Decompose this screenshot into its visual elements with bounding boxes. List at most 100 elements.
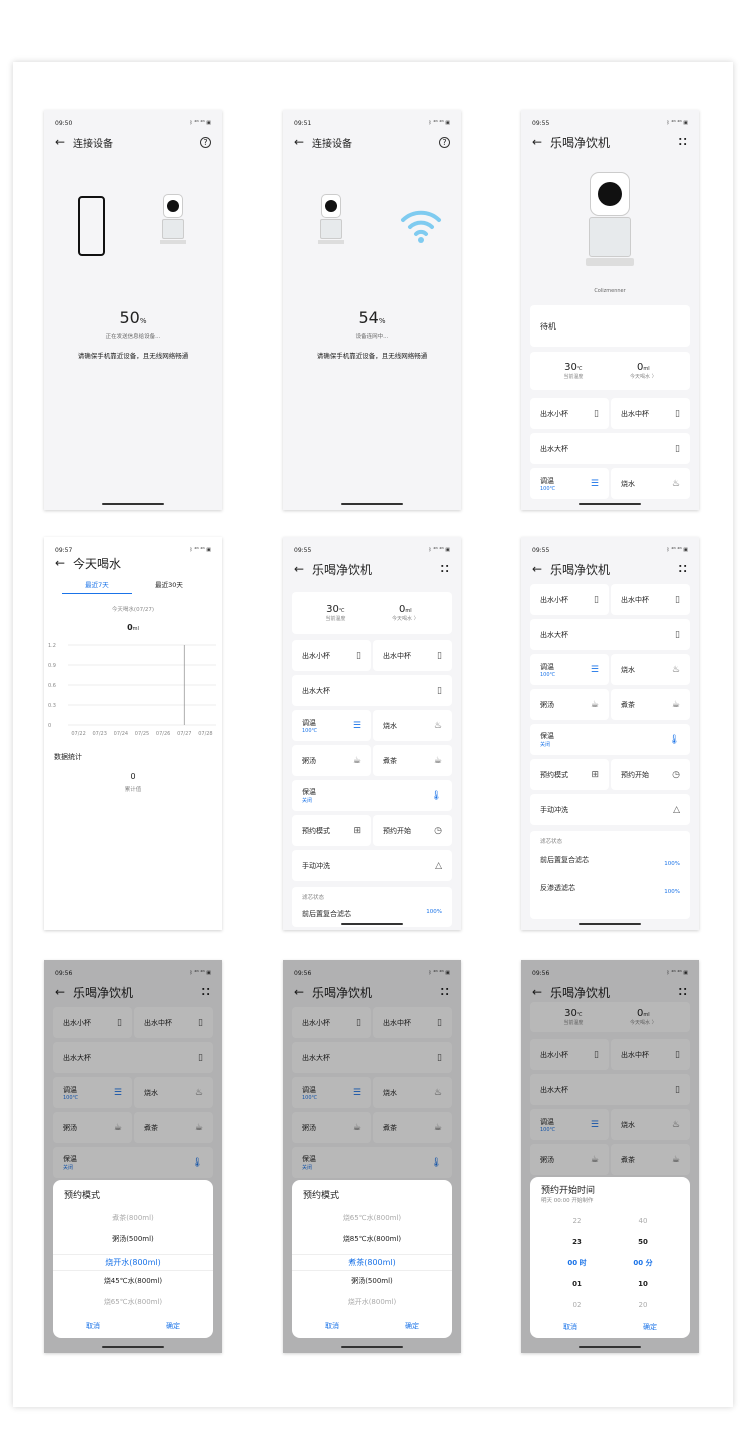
keep-warm-button[interactable]: 保温 关闭 🌡 xyxy=(292,780,452,811)
back-icon[interactable]: ← xyxy=(532,135,550,149)
tab-7days[interactable]: 最近7天 xyxy=(62,579,132,594)
help-icon[interactable]: ? xyxy=(200,136,211,148)
schedule-start-button[interactable]: 预约开始 ◷ xyxy=(373,815,452,846)
cancel-button[interactable]: 取消 xyxy=(325,1321,339,1331)
minute-option[interactable]: 50 xyxy=(616,1232,670,1253)
small-cup-button[interactable]: 出水小杯 ▯ xyxy=(530,398,609,429)
small-cup-button[interactable]: 出水小杯 ▯ xyxy=(292,640,371,671)
home-indicator xyxy=(579,923,641,925)
button-label: 出水小杯 xyxy=(302,651,330,660)
percent-unit: % xyxy=(378,317,386,325)
sheet-subtitle: 明天 00:00 开始制作 xyxy=(541,1198,594,1204)
hour-option[interactable]: 22 xyxy=(550,1211,604,1232)
filter-row[interactable]: 前后置复合滤芯 100% xyxy=(302,909,442,919)
keep-warm-button[interactable]: 保温 关闭 🌡 xyxy=(530,724,690,755)
mid-cup-button[interactable]: 出水中杯 ▯ xyxy=(611,584,690,615)
kettle-icon: ♨ xyxy=(671,478,680,489)
more-icon[interactable]: ⁚⁚ xyxy=(678,137,688,148)
home-indicator xyxy=(102,1346,164,1348)
minute-option[interactable]: 20 xyxy=(616,1295,670,1316)
total-value: 0 xyxy=(130,772,136,781)
boil-button[interactable]: 烧水 ♨ xyxy=(611,654,690,685)
tab-30days[interactable]: 最近30天 xyxy=(134,579,204,589)
confirm-button[interactable]: 确定 xyxy=(643,1322,657,1332)
boil-button[interactable]: 烧水 ♨ xyxy=(611,468,690,499)
back-icon[interactable]: ← xyxy=(55,556,73,570)
porridge-button[interactable]: 粥汤 ☕ xyxy=(292,745,371,776)
hour-selected[interactable]: 00 时 xyxy=(550,1253,604,1274)
adjust-temp-button[interactable]: 调温 100℃ ☰ xyxy=(530,654,609,685)
schedule-start-button[interactable]: 预约开始 ◷ xyxy=(611,759,690,790)
hour-option[interactable]: 01 xyxy=(550,1274,604,1295)
confirm-button[interactable]: 确定 xyxy=(166,1321,180,1331)
picker-option[interactable]: 烧65℃水(800ml) xyxy=(53,1297,213,1307)
mid-cup-button[interactable]: 出水中杯 ▯ xyxy=(611,398,690,429)
mid-cup-button[interactable]: 出水中杯 ▯ xyxy=(373,640,452,671)
schedule-mode-button[interactable]: 预约模式 ⊞ xyxy=(292,815,371,846)
minute-option[interactable]: 10 xyxy=(616,1274,670,1295)
tea-button[interactable]: 煮茶 ☕ xyxy=(373,745,452,776)
confirm-button[interactable]: 确定 xyxy=(405,1321,419,1331)
picker-option-selected[interactable]: 煮茶(800ml) xyxy=(292,1254,452,1271)
manual-wash-button[interactable]: 手动冲洗 △ xyxy=(530,794,690,825)
button-label: 预约开始 xyxy=(621,770,649,779)
drink-unit: ml xyxy=(643,366,650,372)
picker-option[interactable]: 烧开水(800ml) xyxy=(292,1297,452,1307)
help-icon[interactable]: ? xyxy=(439,136,450,148)
time-picker-sheet: 预约开始时间 明天 00:00 开始制作 22 23 00 时 01 02 40… xyxy=(530,1177,690,1338)
device-image xyxy=(317,194,345,258)
back-icon[interactable]: ← xyxy=(55,135,73,149)
filter-row[interactable]: 反渗透滤芯 100% xyxy=(540,883,680,895)
picker-option[interactable]: 烧85℃水(800ml) xyxy=(292,1234,452,1244)
boil-button[interactable]: 烧水 ♨ xyxy=(373,710,452,741)
cancel-button[interactable]: 取消 xyxy=(86,1321,100,1331)
minute-wheel[interactable]: 40 50 00 分 10 20 xyxy=(616,1211,670,1316)
button-label: 出水大杯 xyxy=(540,444,568,453)
small-cup-button[interactable]: 出水小杯 ▯ xyxy=(530,584,609,615)
hour-option[interactable]: 02 xyxy=(550,1295,604,1316)
x-tick-label: 07/22 xyxy=(71,731,85,737)
more-icon[interactable]: ⁚⁚ xyxy=(678,564,688,575)
back-icon[interactable]: ← xyxy=(532,562,550,576)
drop-icon: △ xyxy=(435,860,442,871)
status-card: 30℃ 当前温度 0ml 今天喝水 〉 xyxy=(292,592,452,634)
cancel-button[interactable]: 取消 xyxy=(563,1322,577,1332)
hour-wheel[interactable]: 22 23 00 时 01 02 xyxy=(550,1211,604,1316)
back-icon[interactable]: ← xyxy=(294,562,312,576)
y-tick-label: 0 xyxy=(48,723,51,729)
minute-selected[interactable]: 00 分 xyxy=(616,1253,670,1274)
filter-row[interactable]: 前后置复合滤芯 100% xyxy=(540,855,680,867)
picker-option[interactable]: 煮茶(800ml) xyxy=(53,1213,213,1223)
picker-option-selected[interactable]: 烧开水(800ml) xyxy=(53,1254,213,1271)
button-label: 预约模式 xyxy=(540,770,568,779)
porridge-button[interactable]: 粥汤 ☕ xyxy=(530,689,609,720)
adjust-temp-button[interactable]: 调温 100℃ ☰ xyxy=(530,468,609,499)
home-indicator xyxy=(341,1346,403,1348)
drink-link[interactable]: 今天喝水 〉 xyxy=(392,615,419,622)
picker-option[interactable]: 粥汤(500ml) xyxy=(292,1276,452,1286)
schedule-mode-button[interactable]: 预约模式 ⊞ xyxy=(530,759,609,790)
teapot-icon: ☕ xyxy=(671,699,680,710)
temp-value: 30 xyxy=(564,362,577,373)
screen-device-home: 09:55 ᛒ ⁴ᴳ ⁴ᴳ ▣ ← 乐喝净饮机 ⁚⁚ Colizmenner 待机 3… xyxy=(521,110,699,510)
cup-icon: ▯ xyxy=(675,594,680,605)
large-cup-button[interactable]: 出水大杯 ▯ xyxy=(530,619,690,650)
screen-mode-picker-2: 09:56 ᛒ ⁴ᴳ ⁴ᴳ ▣ ← 乐喝净饮机 ⁚⁚ 出水小杯 ▯ 出水中杯 ▯ 出水大杯… xyxy=(283,960,461,1353)
minute-option[interactable]: 40 xyxy=(616,1211,670,1232)
drink-link[interactable]: 今天喝水 〉 xyxy=(630,373,657,380)
picker-option[interactable]: 烧65℃水(800ml) xyxy=(292,1213,452,1223)
picker-option[interactable]: 粥汤(500ml) xyxy=(53,1234,213,1244)
adjust-temp-button[interactable]: 调温 100℃ ☰ xyxy=(292,710,371,741)
home-indicator xyxy=(579,1346,641,1348)
connect-hint: 请确保手机靠近设备，且无线网络畅通 xyxy=(77,352,189,360)
back-icon[interactable]: ← xyxy=(294,135,312,149)
button-label: 出水大杯 xyxy=(302,686,330,695)
manual-wash-button[interactable]: 手动冲洗 △ xyxy=(292,850,452,881)
picker-option[interactable]: 烧45℃水(800ml) xyxy=(53,1276,213,1286)
tea-button[interactable]: 煮茶 ☕ xyxy=(611,689,690,720)
hour-option[interactable]: 23 xyxy=(550,1232,604,1253)
large-cup-button[interactable]: 出水大杯 ▯ xyxy=(530,433,690,464)
large-cup-button[interactable]: 出水大杯 ▯ xyxy=(292,675,452,706)
sliders-icon: ☰ xyxy=(352,720,361,731)
more-icon[interactable]: ⁚⁚ xyxy=(440,564,450,575)
